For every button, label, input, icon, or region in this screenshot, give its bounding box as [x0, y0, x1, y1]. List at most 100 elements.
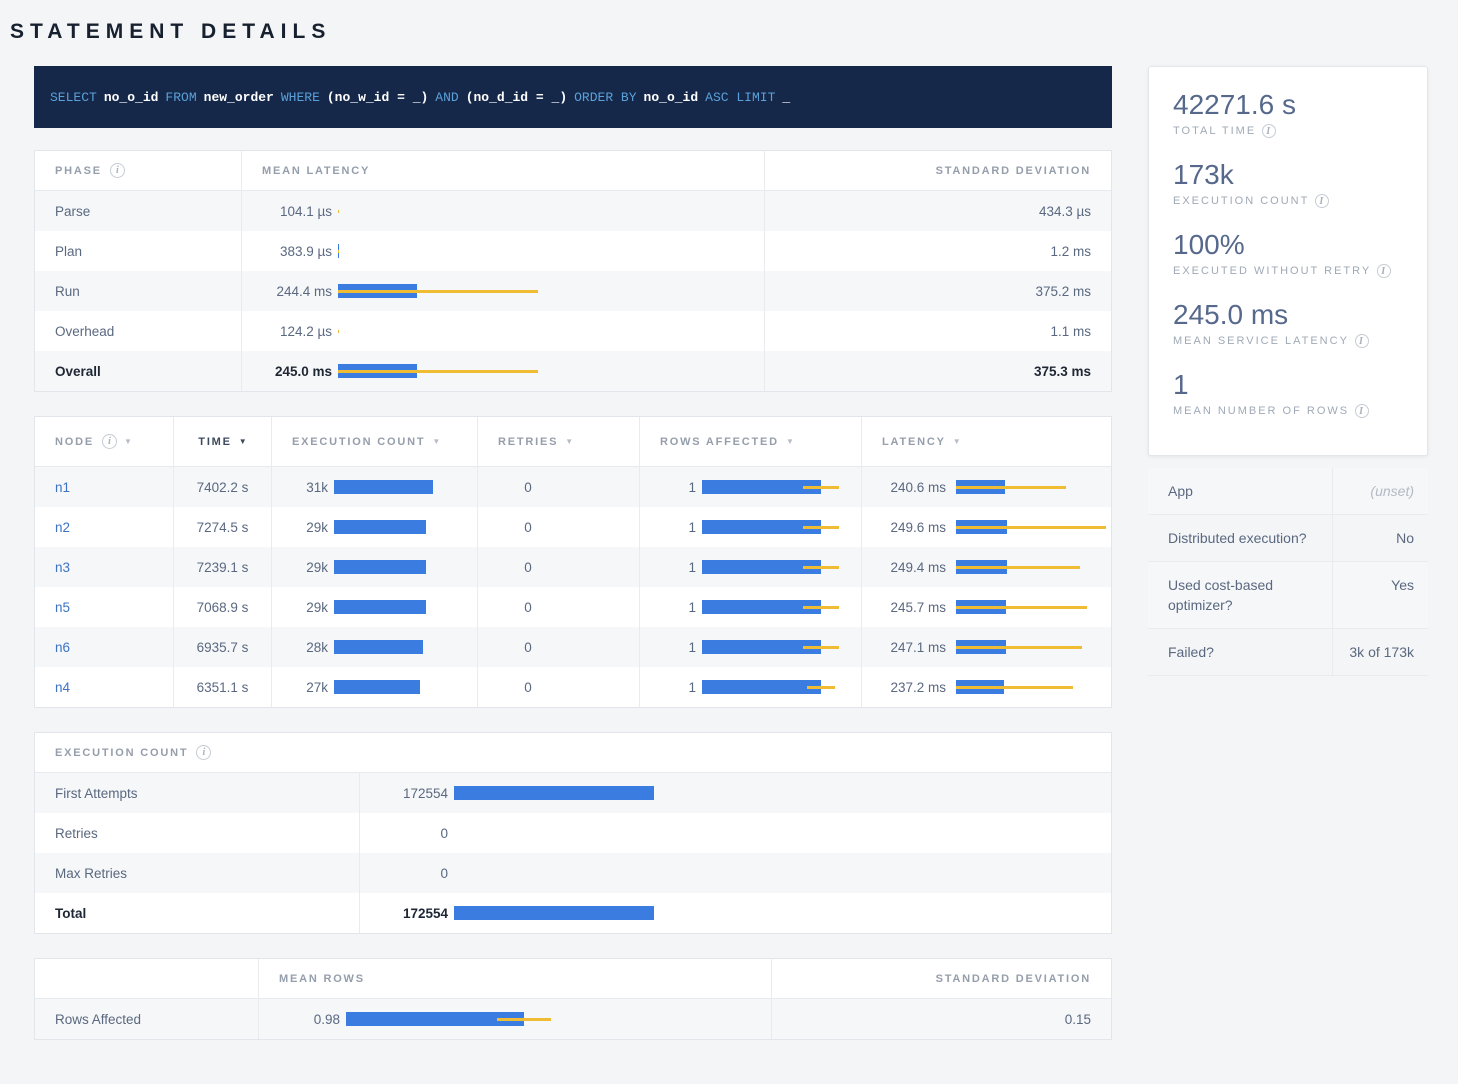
count-bar-chart — [334, 520, 474, 534]
node-row-n3: n3 7239.1 s 29k 0 1 249.4 ms — [35, 547, 1111, 587]
node-link[interactable]: n1 — [55, 480, 70, 495]
node-table-header: NODE i ▼ TIME ▼ EXECUTION COUNT ▼ RETRIE… — [35, 417, 1111, 467]
count-bar-chart — [334, 600, 474, 614]
stat-total-time: 42271.6 s TOTAL TIMEi — [1173, 89, 1403, 138]
std-dev-value: 0.15 — [1065, 1012, 1091, 1027]
info-icon[interactable]: i — [102, 434, 117, 449]
rows-affected-value: 1 — [640, 600, 696, 615]
execution-count-value: 29k — [272, 600, 328, 615]
mean-rows-value: 0.98 — [259, 1012, 340, 1027]
time-value: 6351.1 s — [197, 680, 249, 695]
execution-count-table: EXECUTION COUNT i First Attempts 172554 … — [34, 732, 1112, 934]
latency-bar-chart — [956, 600, 1106, 614]
table-row-max-retries: Max Retries 0 — [35, 853, 1111, 893]
time-value: 7239.1 s — [197, 560, 249, 575]
column-header-execution-count[interactable]: EXECUTION COUNT ▼ — [271, 417, 477, 466]
mean-latency-value: 244.4 ms — [242, 284, 332, 299]
node-link[interactable]: n4 — [55, 680, 70, 695]
attribute-row-app: App (unset) — [1148, 468, 1428, 515]
table-row-rows-affected: Rows Affected 0.98 0.15 — [35, 999, 1111, 1039]
sql-identifier: no_o_id — [644, 90, 699, 105]
std-dev-value: 1.1 ms — [1050, 324, 1091, 339]
count-bar-chart — [334, 560, 474, 574]
latency-bar-chart — [956, 520, 1106, 534]
info-icon[interactable]: i — [110, 163, 125, 178]
latency-bar-chart — [956, 480, 1106, 494]
phase-label: Plan — [55, 244, 82, 259]
time-value: 7274.5 s — [197, 520, 249, 535]
execution-count-value: 29k — [272, 560, 328, 575]
latency-value: 249.6 ms — [862, 520, 946, 535]
sql-keyword: ORDER BY — [574, 90, 636, 105]
info-icon[interactable]: i — [1377, 264, 1391, 278]
latency-value: 237.2 ms — [862, 680, 946, 695]
stat-mean-service-latency: 245.0 ms MEAN SERVICE LATENCYi — [1173, 299, 1403, 348]
sort-desc-icon[interactable]: ▼ — [953, 437, 961, 446]
column-header-retries[interactable]: RETRIES ▼ — [477, 417, 639, 466]
statement-attributes-table: App (unset) Distributed execution? No Us… — [1148, 468, 1428, 676]
stat-label: MEAN SERVICE LATENCY — [1173, 335, 1349, 347]
latency-bar-chart — [956, 640, 1106, 654]
node-link[interactable]: n3 — [55, 560, 70, 575]
sort-desc-icon[interactable]: ▼ — [565, 437, 573, 446]
node-link[interactable]: n6 — [55, 640, 70, 655]
phase-label: Overall — [55, 364, 101, 379]
info-icon[interactable]: i — [1355, 334, 1369, 348]
stat-mean-number-of-rows: 1 MEAN NUMBER OF ROWSi — [1173, 369, 1403, 418]
sql-identifier: (no_w_id = _) — [327, 90, 428, 105]
table-row-overhead: Overhead 124.2 µs 1.1 ms — [35, 311, 1111, 351]
execution-count-value: 31k — [272, 480, 328, 495]
attribute-row-distributed-execution: Distributed execution? No — [1148, 515, 1428, 562]
sql-identifier: no_o_id — [104, 90, 159, 105]
column-header-latency[interactable]: LATENCY ▼ — [861, 417, 1111, 466]
stat-value: 42271.6 s — [1173, 89, 1403, 121]
column-header-node[interactable]: NODE i ▼ — [35, 417, 173, 466]
node-link[interactable]: n2 — [55, 520, 70, 535]
info-icon[interactable]: i — [196, 745, 211, 760]
sort-desc-icon[interactable]: ▼ — [432, 437, 440, 446]
std-dev-value: 1.2 ms — [1050, 244, 1091, 259]
sort-desc-icon[interactable]: ▼ — [239, 437, 247, 446]
sql-keyword: WHERE — [281, 90, 320, 105]
info-icon[interactable]: i — [1262, 124, 1276, 138]
std-dev-value: 375.2 ms — [1035, 284, 1091, 299]
time-value: 6935.7 s — [197, 640, 249, 655]
attribute-value: No — [1332, 515, 1428, 561]
table-row-first-attempts: First Attempts 172554 — [35, 773, 1111, 813]
attribute-value: 3k of 173k — [1332, 629, 1428, 675]
rows-affected-value: 1 — [640, 560, 696, 575]
sort-desc-icon[interactable]: ▼ — [786, 437, 794, 446]
count-value: 172554 — [360, 906, 448, 921]
count-value: 0 — [360, 826, 448, 841]
latency-value: 249.4 ms — [862, 560, 946, 575]
info-icon[interactable]: i — [1355, 404, 1369, 418]
latency-value: 245.7 ms — [862, 600, 946, 615]
sql-keyword: SELECT — [50, 90, 97, 105]
node-link[interactable]: n5 — [55, 600, 70, 615]
sort-desc-icon[interactable]: ▼ — [124, 437, 132, 446]
mean-latency-value: 245.0 ms — [242, 364, 332, 379]
rows-affected-table: MEAN ROWS STANDARD DEVIATION Rows Affect… — [34, 958, 1112, 1040]
sql-keyword: FROM — [165, 90, 196, 105]
info-icon[interactable]: i — [1315, 194, 1329, 208]
count-bar-chart — [334, 640, 474, 654]
mean-latency-value: 124.2 µs — [242, 324, 332, 339]
phase-label: Parse — [55, 204, 90, 219]
node-row-n2: n2 7274.5 s 29k 0 1 249.6 ms — [35, 507, 1111, 547]
time-value: 7068.9 s — [197, 600, 249, 615]
latency-bar-chart — [956, 680, 1106, 694]
std-dev-value: 375.3 ms — [1034, 364, 1091, 379]
summary-stats-card: 42271.6 s TOTAL TIMEi 173k EXECUTION COU… — [1148, 66, 1428, 456]
rows-bar-chart — [702, 560, 839, 574]
column-header-time[interactable]: TIME ▼ — [173, 417, 271, 466]
latency-bar-chart — [338, 204, 538, 218]
table-row-retries: Retries 0 — [35, 813, 1111, 853]
column-header-rows-affected[interactable]: ROWS AFFECTED ▼ — [639, 417, 861, 466]
sql-keyword: AND — [435, 90, 458, 105]
attribute-value: (unset) — [1332, 468, 1428, 514]
latency-bar-chart — [338, 244, 538, 258]
stat-label: EXECUTION COUNT — [1173, 195, 1309, 207]
count-bar-chart — [454, 786, 654, 800]
rows-affected-header: MEAN ROWS STANDARD DEVIATION — [35, 959, 1111, 999]
page-title: STATEMENT DETAILS — [10, 20, 1428, 44]
